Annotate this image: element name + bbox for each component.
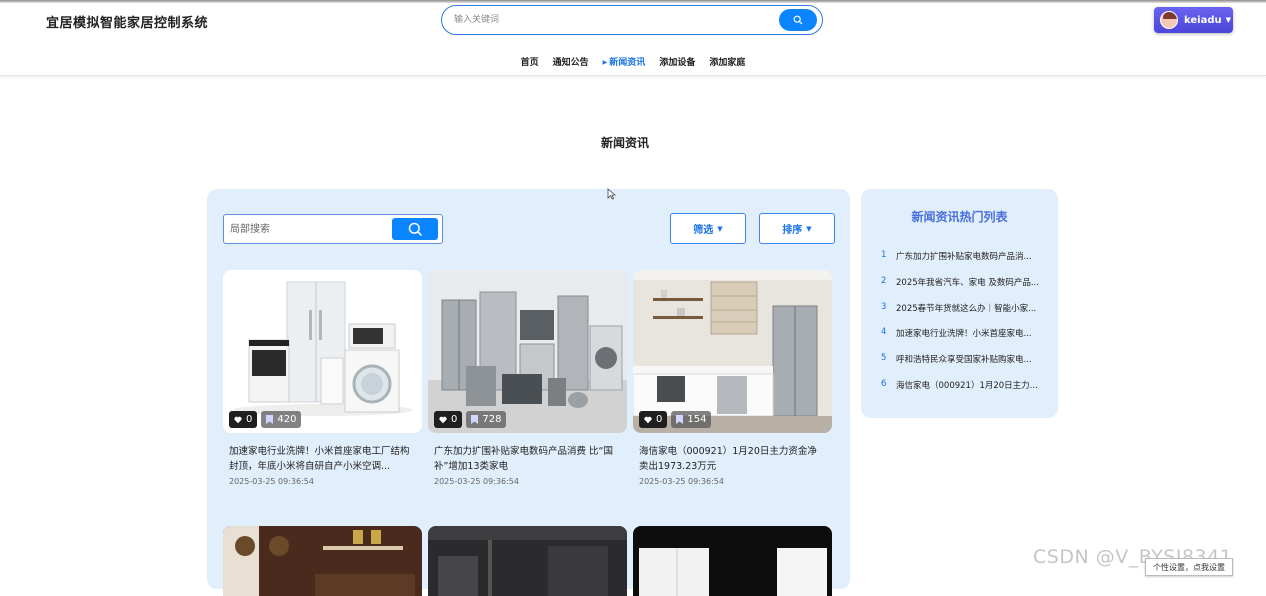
hot-news-rank: 4 — [881, 327, 887, 338]
header-bar: 宜居模拟智能家居控制系统 keiadu ▼ 首页 通知公告 新闻资讯 添加设备 … — [0, 0, 1266, 76]
like-count: 0 — [246, 414, 253, 425]
card-badges: 0 728 — [434, 411, 507, 428]
hot-news-item[interactable]: 4 加速家电行业洗牌！小米首座家电... — [881, 327, 1045, 353]
nav-add-family[interactable]: 添加家庭 — [709, 55, 745, 68]
caret-down-icon: ▼ — [1225, 16, 1232, 24]
hot-news-panel: 新闻资讯热门列表 1 广东加力扩围补贴家电数码产品消... 2 2025年我省汽车、… — [861, 189, 1058, 418]
global-search — [441, 5, 823, 35]
user-name: keiadu — [1184, 14, 1222, 26]
local-search-input[interactable] — [230, 222, 385, 237]
favorite-badge[interactable]: 154 — [671, 411, 712, 428]
hot-news-text: 加速家电行业洗牌！小米首座家电... — [896, 329, 1032, 340]
heart-icon — [439, 416, 447, 423]
settings-tooltip[interactable]: 个性设置，点我设置 — [1145, 558, 1233, 576]
filter-dropdown[interactable]: 筛选 ▼ — [670, 213, 746, 244]
news-title[interactable]: 海信家电（000921）1月20日主力资金净卖出1973.23万元 — [633, 444, 832, 474]
caret-down-icon: ▼ — [806, 224, 812, 233]
local-search-button[interactable] — [392, 218, 438, 240]
news-card[interactable]: 0 728 广东加力扩围补贴家电数码产品消费 比“国补”增加13类家电 2025… — [428, 270, 627, 486]
like-count: 0 — [656, 414, 663, 425]
news-image-appliances: 0 728 — [428, 270, 627, 433]
hot-news-text: 海信家电（000921）1月20日主力... — [896, 380, 1038, 391]
news-panel: 筛选▼ 排序▼ — [207, 189, 850, 596]
global-search-button[interactable] — [779, 9, 817, 31]
news-image-interior[interactable] — [428, 526, 627, 596]
hot-news-rank: 5 — [881, 353, 887, 364]
window-top-shade — [0, 0, 1266, 3]
hot-news-text: 广东加力扩围补贴家电数码产品消... — [896, 252, 1032, 262]
search-icon — [408, 222, 422, 236]
global-search-input[interactable] — [454, 12, 774, 28]
nav-home[interactable]: 首页 — [521, 55, 539, 68]
favorite-count: 728 — [482, 414, 502, 425]
hot-news-list: 1 广东加力扩围补贴家电数码产品消... 2 2025年我省汽车、家电 及数码产品.… — [881, 250, 1045, 405]
hot-news-rank: 1 — [881, 250, 887, 260]
search-icon — [793, 15, 803, 25]
news-date: 2025-03-25 09:36:54 — [229, 477, 314, 486]
local-search — [223, 214, 443, 244]
nav-news[interactable]: 新闻资讯 — [603, 55, 645, 68]
bookmark-icon — [676, 415, 684, 424]
hot-news-rank: 2 — [881, 275, 887, 286]
news-image-kitchen: 0 154 — [633, 270, 832, 433]
bookmark-icon — [471, 415, 479, 424]
filter-label: 筛选 — [693, 225, 714, 236]
hot-news-title: 新闻资讯热门列表 — [911, 210, 1008, 224]
favorite-badge[interactable]: 420 — [261, 411, 302, 428]
like-badge[interactable]: 0 — [229, 411, 258, 428]
news-card[interactable]: 0 420 加速家电行业洗牌！小米首座家电工厂结构封顶，年底小米将自研自产小米空… — [223, 270, 422, 486]
mouse-cursor-icon — [607, 185, 617, 204]
like-badge[interactable]: 0 — [639, 411, 668, 428]
sort-dropdown[interactable]: 排序 ▼ — [759, 213, 835, 244]
news-date: 2025-03-25 09:36:54 — [434, 477, 519, 486]
hot-news-item[interactable]: 3 2025春节年货就这么办｜智能小家... — [881, 302, 1045, 328]
card-badges: 0 154 — [639, 411, 712, 428]
caret-down-icon: ▼ — [717, 224, 723, 233]
main-nav: 首页 通知公告 新闻资讯 添加设备 添加家庭 — [0, 55, 1266, 68]
news-image-appliances[interactable] — [633, 526, 832, 596]
hot-news-item[interactable]: 6 海信家电（000921）1月20日主力... — [881, 379, 1045, 405]
news-title[interactable]: 加速家电行业洗牌！小米首座家电工厂结构封顶，年底小米将自研自产小米空调... — [223, 444, 422, 474]
card-badges: 0 420 — [229, 411, 302, 428]
heart-icon — [234, 416, 242, 423]
favorite-count: 420 — [277, 414, 297, 425]
hot-news-rank: 3 — [881, 301, 887, 312]
favorite-badge[interactable]: 728 — [466, 411, 507, 428]
news-date: 2025-03-25 09:36:54 — [639, 477, 724, 486]
like-badge[interactable]: 0 — [434, 411, 463, 428]
like-count: 0 — [451, 414, 458, 425]
hot-news-item[interactable]: 1 广东加力扩围补贴家电数码产品消... — [881, 250, 1045, 276]
site-title: 宜居模拟智能家居控制系统 — [46, 16, 209, 31]
news-image-appliances: 0 420 — [223, 270, 422, 433]
sort-label: 排序 — [782, 225, 803, 236]
hot-news-text: 2025春节年货就这么办｜智能小家... — [896, 303, 1037, 314]
hot-news-item[interactable]: 5 呼和浩特民众享受国家补贴购家电... — [881, 353, 1045, 379]
page-title: 新闻资讯 — [600, 136, 649, 150]
news-card[interactable]: 0 154 海信家电（000921）1月20日主力资金净卖出1973.23万元 … — [633, 270, 832, 486]
nav-notices[interactable]: 通知公告 — [553, 55, 589, 68]
user-menu-button[interactable]: keiadu ▼ — [1154, 7, 1233, 33]
nav-add-device[interactable]: 添加设备 — [659, 55, 695, 68]
news-image-interior[interactable] — [223, 526, 422, 596]
hot-news-text: 2025年我省汽车、家电 及数码产品... — [896, 277, 1039, 288]
bookmark-icon — [266, 415, 274, 424]
hot-news-rank: 6 — [881, 378, 887, 389]
heart-icon — [644, 416, 652, 423]
hot-news-item[interactable]: 2 2025年我省汽车、家电 及数码产品... — [881, 276, 1045, 302]
hot-news-text: 呼和浩特民众享受国家补贴购家电... — [896, 355, 1032, 366]
favorite-count: 154 — [687, 414, 707, 425]
avatar — [1160, 11, 1178, 29]
news-title[interactable]: 广东加力扩围补贴家电数码产品消费 比“国补”增加13类家电 — [428, 444, 627, 474]
